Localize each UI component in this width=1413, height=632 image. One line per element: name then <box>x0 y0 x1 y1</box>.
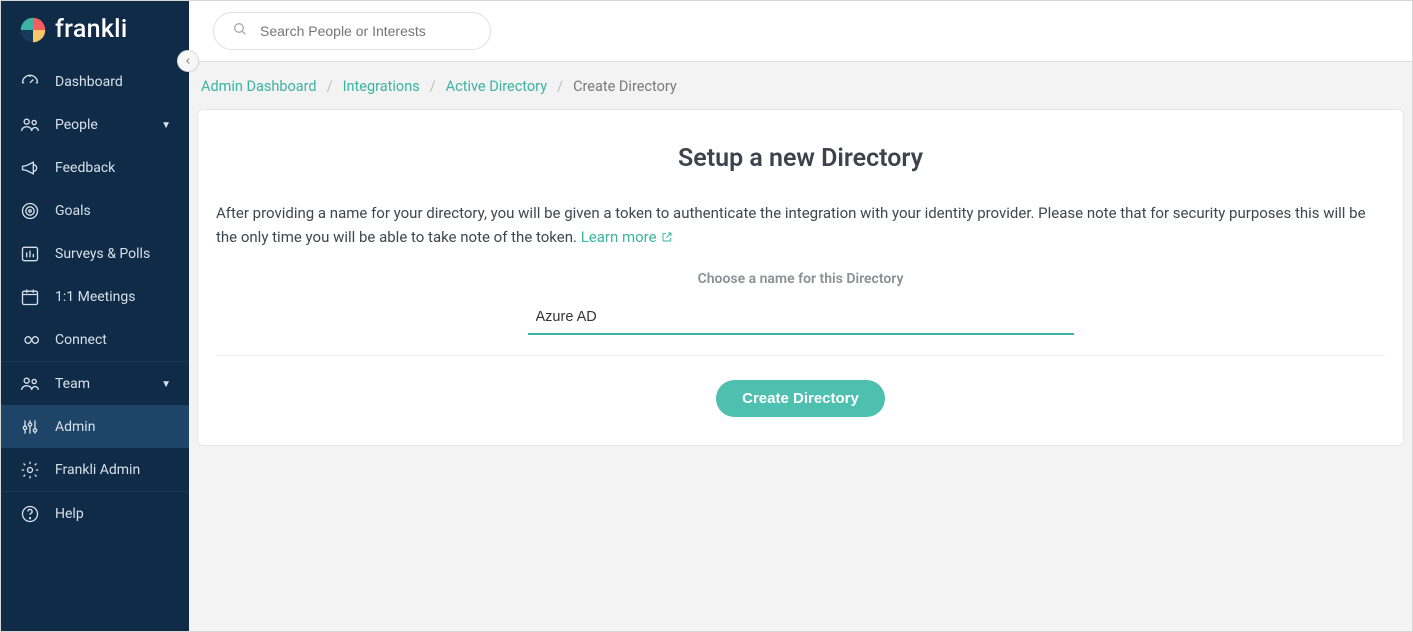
directory-card: Setup a new Directory After providing a … <box>197 109 1404 446</box>
directory-name-input[interactable] <box>528 303 1074 335</box>
chevron-down-icon: ▼ <box>161 120 171 131</box>
sidebar-item-help[interactable]: Help <box>1 492 189 535</box>
sidebar-item-label: 1:1 Meetings <box>55 289 171 305</box>
breadcrumb: Admin Dashboard / Integrations / Active … <box>197 62 1404 109</box>
sidebar-item-label: Connect <box>55 332 171 348</box>
sidebar-item-meetings[interactable]: 1:1 Meetings <box>1 275 189 318</box>
sidebar-item-surveys[interactable]: Surveys & Polls <box>1 232 189 275</box>
breadcrumb-link[interactable]: Admin Dashboard <box>201 78 317 95</box>
sidebar-item-admin[interactable]: Admin <box>1 405 189 448</box>
sidebar-item-dashboard[interactable]: Dashboard <box>1 60 189 103</box>
sidebar-item-label: Frankli Admin <box>55 462 171 478</box>
create-directory-button[interactable]: Create Directory <box>716 380 885 417</box>
help-icon <box>19 503 41 525</box>
content: Admin Dashboard / Integrations / Active … <box>189 61 1412 631</box>
breadcrumb-separator: / <box>557 78 563 95</box>
sidebar: frankli Dashboard <box>1 1 189 631</box>
megaphone-icon <box>19 157 41 179</box>
app-root: frankli Dashboard <box>1 1 1412 631</box>
page-title: Setup a new Directory <box>216 144 1385 173</box>
target-icon <box>19 200 41 222</box>
team-icon <box>19 373 41 395</box>
breadcrumb-link[interactable]: Active Directory <box>446 78 547 95</box>
brand[interactable]: frankli <box>1 1 189 54</box>
breadcrumb-current: Create Directory <box>573 78 677 95</box>
calendar-icon <box>19 286 41 308</box>
gear-icon <box>19 459 41 481</box>
sidebar-item-label: Admin <box>55 419 171 435</box>
search-input[interactable] <box>260 23 472 39</box>
bar-chart-icon <box>19 243 41 265</box>
learn-more-link[interactable]: Learn more <box>581 225 673 249</box>
sidebar-item-label: People <box>55 117 147 133</box>
divider <box>216 355 1385 356</box>
search-icon <box>232 21 248 41</box>
sidebar-item-feedback[interactable]: Feedback <box>1 146 189 189</box>
sidebar-item-label: Dashboard <box>55 74 171 90</box>
logo-icon <box>19 16 47 44</box>
directory-name-field: Choose a name for this Directory <box>216 271 1385 335</box>
sidebar-item-team[interactable]: Team ▼ <box>1 362 189 405</box>
sidebar-item-label: Team <box>55 376 147 392</box>
sidebar-item-label: Surveys & Polls <box>55 246 171 262</box>
sidebar-item-label: Help <box>55 506 171 522</box>
sidebar-nav: Dashboard People ▼ Feedback <box>1 54 189 535</box>
breadcrumb-separator: / <box>430 78 436 95</box>
brand-name: frankli <box>55 15 128 44</box>
sidebar-item-people[interactable]: People ▼ <box>1 103 189 146</box>
sidebar-item-label: Feedback <box>55 160 171 176</box>
learn-more-label: Learn more <box>581 225 657 249</box>
sidebar-item-frankli-admin[interactable]: Frankli Admin <box>1 448 189 491</box>
page-description: After providing a name for your director… <box>216 201 1385 249</box>
sidebar-item-connect[interactable]: Connect <box>1 318 189 361</box>
sidebar-collapse-toggle[interactable] <box>177 50 199 72</box>
external-link-icon <box>661 231 673 243</box>
speedometer-icon <box>19 71 41 93</box>
sidebar-item-label: Goals <box>55 203 171 219</box>
breadcrumb-separator: / <box>327 78 333 95</box>
search-input-wrapper[interactable] <box>213 12 491 50</box>
sliders-icon <box>19 416 41 438</box>
breadcrumb-link[interactable]: Integrations <box>343 78 420 95</box>
main: Admin Dashboard / Integrations / Active … <box>189 1 1412 631</box>
sidebar-item-goals[interactable]: Goals <box>1 189 189 232</box>
chevron-down-icon: ▼ <box>161 379 171 390</box>
infinity-icon <box>19 329 41 351</box>
description-text: After providing a name for your director… <box>216 204 1366 246</box>
field-label: Choose a name for this Directory <box>216 271 1385 287</box>
people-icon <box>19 114 41 136</box>
topbar <box>189 1 1412 61</box>
